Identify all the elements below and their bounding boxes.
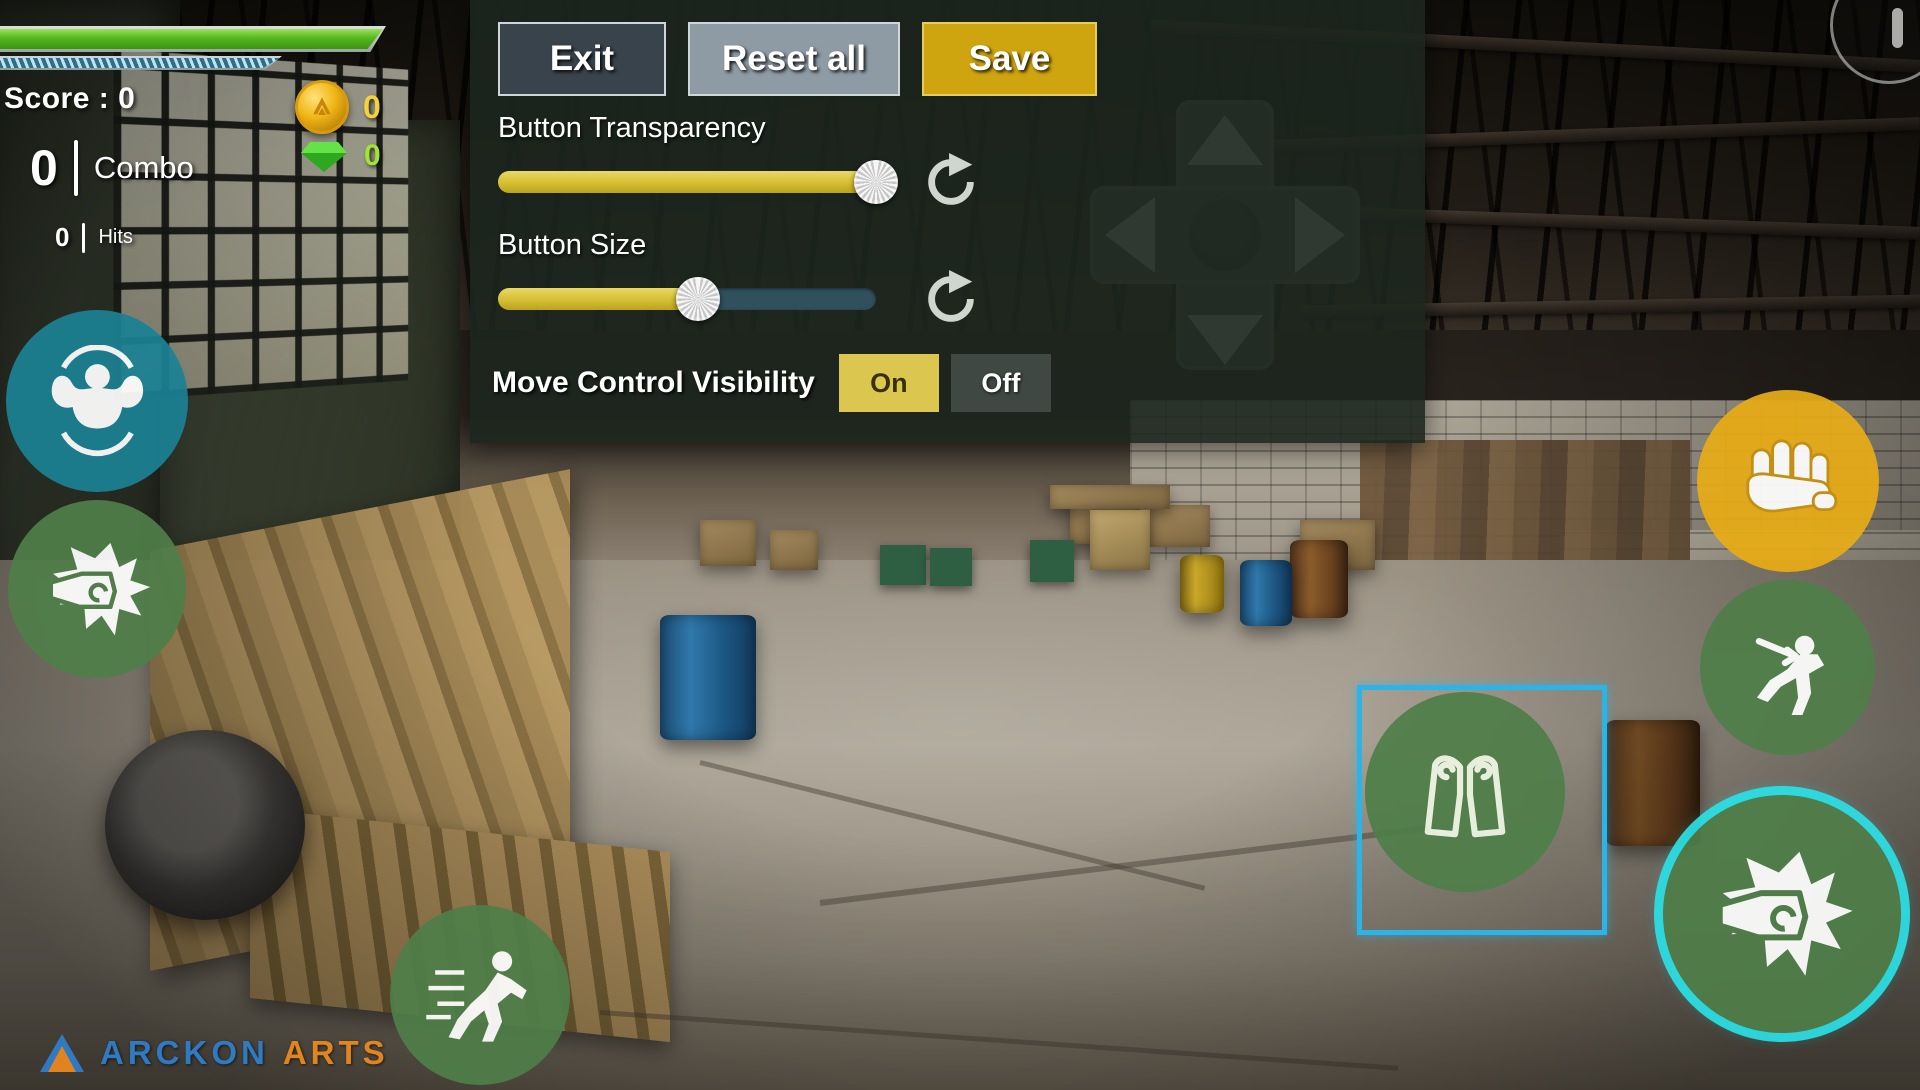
button-transparency-slider[interactable] bbox=[498, 160, 898, 204]
panel-button-row: Exit Reset all Save bbox=[470, 0, 1425, 96]
reset-transparency-icon[interactable] bbox=[920, 151, 982, 213]
hits-display: 0 Hits bbox=[55, 222, 133, 253]
score-label: Score : bbox=[4, 82, 110, 115]
health-bar bbox=[0, 26, 386, 52]
slider-thumb[interactable] bbox=[854, 160, 898, 204]
flex-muscle-icon bbox=[51, 344, 143, 456]
slider-thumb[interactable] bbox=[676, 277, 721, 321]
action-button-dive[interactable] bbox=[1700, 580, 1875, 755]
tire-prop bbox=[105, 730, 305, 920]
hits-divider bbox=[82, 222, 86, 253]
save-button[interactable]: Save bbox=[922, 22, 1097, 96]
button-size-slider[interactable] bbox=[498, 277, 876, 321]
gem-value: 0 bbox=[364, 139, 381, 172]
combo-display: 0 Combo bbox=[30, 140, 194, 196]
running-man-icon bbox=[426, 951, 527, 1042]
score-display: Score : 0 bbox=[4, 82, 135, 116]
action-button-punch-right[interactable] bbox=[1663, 795, 1901, 1033]
dive-dodge-icon bbox=[1756, 636, 1825, 716]
coin-icon bbox=[295, 80, 349, 134]
action-button-block[interactable] bbox=[1365, 692, 1565, 892]
combo-label: Combo bbox=[93, 150, 194, 185]
visibility-on-button[interactable]: On bbox=[838, 354, 939, 412]
logo-wordmark: ARCKON ARTS bbox=[100, 1034, 389, 1072]
logo-secondary-text: ARTS bbox=[282, 1034, 389, 1071]
action-button-run[interactable] bbox=[390, 905, 570, 1085]
move-control-visibility-row: Move Control Visibility On Off bbox=[470, 354, 1425, 412]
action-button-grab[interactable] bbox=[1697, 390, 1879, 572]
combo-value: 0 bbox=[30, 140, 58, 196]
action-button-flex[interactable] bbox=[6, 310, 188, 492]
pause-icon bbox=[1891, 8, 1903, 48]
logo-primary-text: ARCKON bbox=[100, 1034, 269, 1071]
grab-hand-icon bbox=[1745, 438, 1837, 512]
gem-counter: 0 bbox=[300, 138, 381, 174]
punch-fist-icon bbox=[1717, 852, 1853, 976]
exit-button[interactable]: Exit bbox=[498, 22, 666, 96]
slider-fill bbox=[498, 288, 699, 310]
button-size-row bbox=[470, 268, 1425, 330]
move-control-visibility-label: Move Control Visibility bbox=[492, 366, 815, 399]
button-size-label: Button Size bbox=[498, 229, 647, 261]
reset-all-button[interactable]: Reset all bbox=[688, 22, 900, 96]
score-value: 0 bbox=[118, 82, 136, 115]
controls-settings-panel: Exit Reset all Save Button Transparency … bbox=[470, 0, 1425, 443]
gem-icon bbox=[301, 142, 347, 172]
combo-divider bbox=[73, 140, 78, 196]
button-transparency-label: Button Transparency bbox=[498, 112, 766, 144]
button-transparency-row bbox=[470, 151, 1425, 213]
stamina-bar-fill bbox=[0, 58, 280, 68]
slider-fill bbox=[498, 171, 876, 193]
coin-value: 0 bbox=[363, 88, 381, 125]
health-bar-fill bbox=[0, 29, 383, 49]
game-screen: Score : 0 0 Combo 0 Hits 0 0 Exit Reset … bbox=[0, 0, 1920, 1090]
stamina-bar bbox=[0, 56, 282, 70]
hits-value: 0 bbox=[55, 222, 70, 252]
visibility-toggle-group: On Off bbox=[838, 354, 1063, 412]
studio-logo: ARCKON ARTS bbox=[36, 1030, 389, 1076]
reset-size-icon[interactable] bbox=[920, 268, 982, 330]
action-button-punch-left[interactable] bbox=[8, 500, 186, 678]
arckon-logo-icon bbox=[40, 1034, 84, 1072]
punch-fist-icon bbox=[48, 542, 150, 636]
visibility-off-button[interactable]: Off bbox=[950, 354, 1051, 412]
hits-label: Hits bbox=[98, 226, 133, 248]
block-guard-icon bbox=[1424, 755, 1506, 838]
coin-counter: 0 bbox=[295, 80, 381, 134]
